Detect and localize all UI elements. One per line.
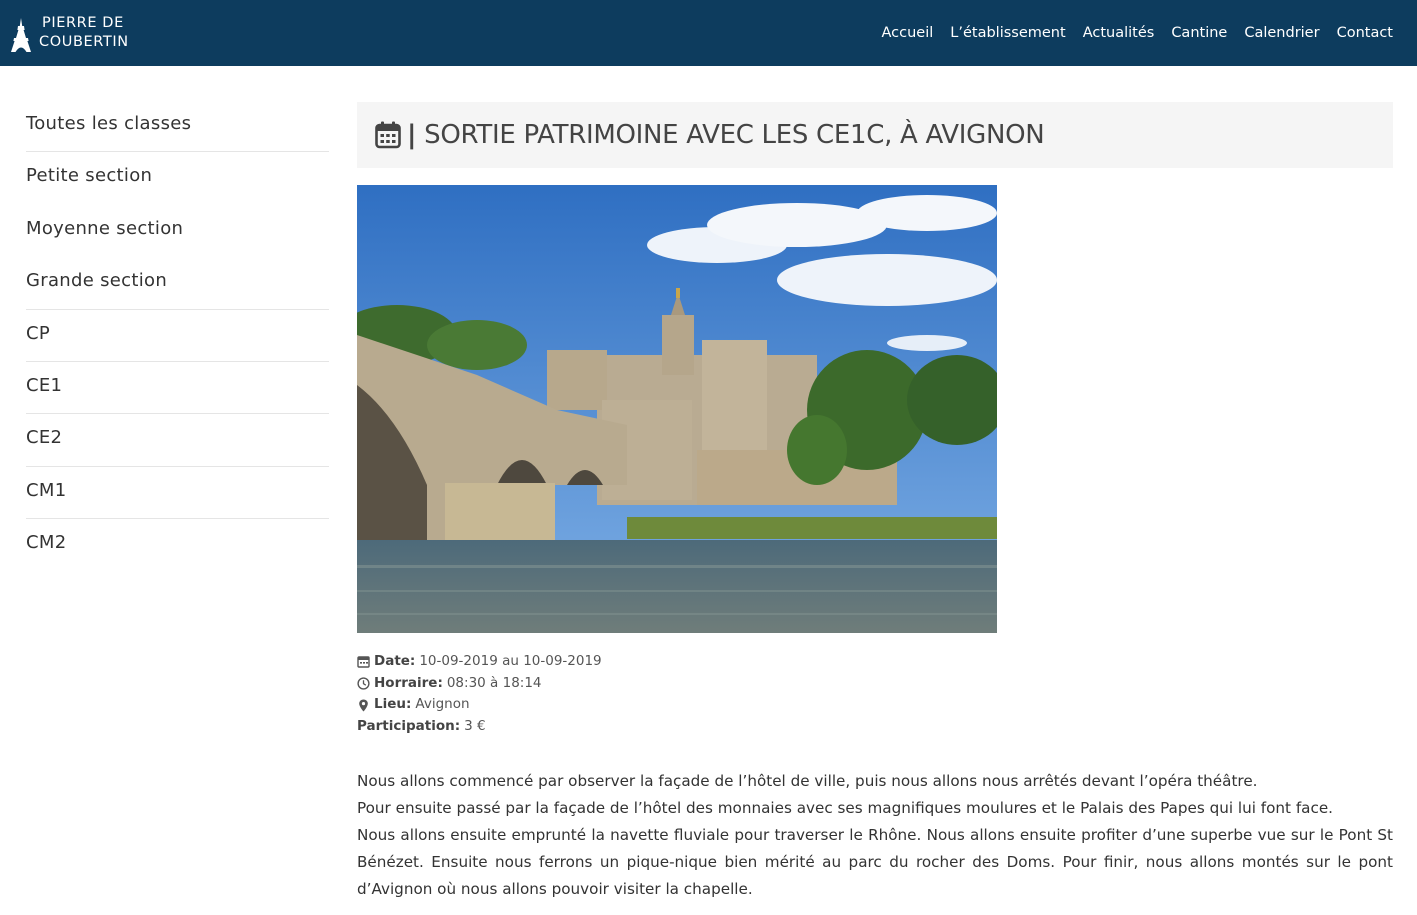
nav-accueil[interactable]: Accueil [882, 25, 934, 41]
event-date-row: Date: 10-09-2019 au 10-09-2019 [357, 651, 1393, 673]
map-marker-icon [359, 699, 368, 712]
clock-icon [357, 677, 370, 690]
place-value: Avignon [415, 696, 470, 713]
event-time-row: Horraire: 08:30 à 18:14 [357, 673, 1393, 695]
sidebar-item-petite-section[interactable]: Petite section [26, 152, 329, 204]
calendar-icon [357, 656, 370, 669]
class-sidebar: Toutes les classes Petite section Moyenn… [26, 100, 329, 572]
sidebar-item-ce2[interactable]: CE2 [26, 414, 329, 467]
sidebar-item-ce1[interactable]: CE1 [26, 362, 329, 415]
nav-etablissement[interactable]: L’établissement [950, 25, 1065, 41]
logo-line-1: PIERRE DE [42, 15, 124, 31]
top-navbar: PIERRE DE COUBERTIN Accueil L’établissem… [0, 0, 1417, 66]
avignon-bridge-photo [357, 185, 997, 633]
event-place-row: Lieu: Avignon [357, 694, 1393, 716]
date-label: Date: [374, 653, 416, 669]
description-paragraph: Nous allons ensuite emprunté la navette … [357, 825, 1393, 898]
description-paragraph: Pour ensuite passé par la façade de l’hô… [357, 798, 1334, 817]
nav-actualites[interactable]: Actualités [1083, 25, 1155, 41]
calendar-icon [375, 121, 401, 149]
event-details: Date: 10-09-2019 au 10-09-2019 Horraire:… [357, 651, 1393, 738]
description-paragraph: Nous allons commencé par observer la faç… [357, 771, 1258, 790]
sidebar-item-cm1[interactable]: CM1 [26, 467, 329, 520]
price-label: Participation: [357, 718, 461, 735]
main-nav: Accueil L’établissement Actualités Canti… [865, 25, 1394, 41]
event-title-bar: | SORTIE PATRIMOINE AVEC LES CE1C, À AVI… [357, 102, 1393, 168]
logo-line-2: COUBERTIN [39, 34, 129, 50]
eiffel-tower-icon [11, 18, 31, 52]
sidebar-item-cp[interactable]: CP [26, 310, 329, 362]
event-content: | SORTIE PATRIMOINE AVEC LES CE1C, À AVI… [357, 102, 1393, 903]
sidebar-item-grande-section[interactable]: Grande section [26, 257, 329, 310]
title-separator: | [407, 120, 417, 150]
place-label: Lieu: [374, 696, 412, 713]
sidebar-item-toutes-les-classes[interactable]: Toutes les classes [26, 100, 329, 153]
date-value: 10-09-2019 au 10-09-2019 [419, 653, 602, 669]
time-value: 08:30 à 18:14 [446, 674, 542, 691]
time-label: Horraire: [374, 674, 443, 691]
nav-cantine[interactable]: Cantine [1171, 25, 1227, 41]
sidebar-item-moyenne-section[interactable]: Moyenne section [26, 205, 329, 257]
event-title: SORTIE PATRIMOINE AVEC LES CE1C, À AVIGN… [424, 120, 1045, 150]
nav-calendrier[interactable]: Calendrier [1244, 25, 1319, 41]
page-title: | SORTIE PATRIMOINE AVEC LES CE1C, À AVI… [407, 120, 1045, 150]
site-logo[interactable]: PIERRE DE COUBERTIN [7, 14, 129, 52]
sidebar-item-cm2[interactable]: CM2 [26, 519, 329, 571]
nav-contact[interactable]: Contact [1337, 25, 1393, 41]
price-value: 3 € [464, 718, 486, 735]
event-description: Nous allons commencé par observer la faç… [357, 768, 1393, 903]
event-price-row: Participation: 3 € [357, 716, 1393, 738]
